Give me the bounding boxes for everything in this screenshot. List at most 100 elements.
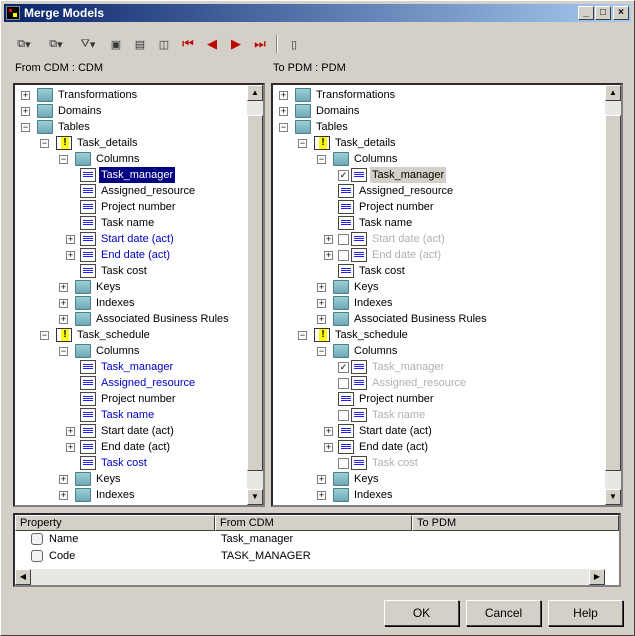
next-difference-icon[interactable]: ▶ — [225, 34, 247, 54]
collapse-icon[interactable]: − — [40, 139, 49, 148]
right-vertical-scrollbar[interactable]: ▲ ▼ — [605, 85, 621, 505]
merge-checkbox[interactable]: ✓ — [338, 170, 349, 181]
tree-item[interactable]: + End date (act) — [15, 439, 247, 455]
tree-item[interactable]: Assigned_resource — [273, 183, 605, 199]
ok-button[interactable]: OK — [384, 600, 459, 626]
tree-item[interactable]: + End date (act) — [273, 247, 605, 263]
filter-dropdown-icon[interactable]: ⛛ ▾ — [73, 34, 103, 54]
scroll-up-icon[interactable]: ▲ — [247, 85, 263, 101]
tree-item[interactable]: + Start date (act) — [273, 423, 605, 439]
scroll-down-icon[interactable]: ▼ — [605, 489, 621, 505]
tree-item[interactable]: + Associated Business Rules — [273, 311, 605, 327]
tree-item[interactable]: + Keys — [15, 471, 247, 487]
tree-item[interactable]: + Transformations — [15, 87, 247, 103]
collapse-icon[interactable]: − — [317, 155, 326, 164]
preview-icon[interactable]: ▯ — [283, 34, 305, 54]
merge-checkbox[interactable] — [338, 250, 349, 261]
tree-item[interactable]: Task name — [15, 215, 247, 231]
tree-item[interactable]: + Associated Business Rules — [15, 311, 247, 327]
tree-item[interactable]: − Task_details — [15, 135, 247, 151]
collapse-icon[interactable]: − — [279, 123, 288, 132]
tree-item[interactable]: Project number — [273, 199, 605, 215]
expand-icon[interactable]: + — [66, 443, 75, 452]
cancel-button[interactable]: Cancel — [466, 600, 541, 626]
expand-icon[interactable]: + — [59, 299, 68, 308]
right-tree-pane[interactable]: +Transformations+Domains−Tables−Task_det… — [271, 83, 623, 507]
expand-icon[interactable]: + — [317, 475, 326, 484]
expand-icon[interactable]: + — [317, 299, 326, 308]
tree-item[interactable]: + Domains — [15, 103, 247, 119]
properties-icon[interactable]: ▤ — [129, 34, 151, 54]
expand-icon[interactable]: + — [317, 315, 326, 324]
collapse-icon[interactable]: − — [59, 347, 68, 356]
tree-item[interactable]: + Keys — [273, 471, 605, 487]
select-all-dropdown-icon[interactable]: ⧉ ▾ — [9, 34, 39, 54]
merge-checkbox[interactable] — [338, 410, 349, 421]
scroll-thumb[interactable] — [605, 115, 621, 471]
to-column-header[interactable]: To PDM — [412, 515, 619, 531]
property-column-header[interactable]: Property — [15, 515, 215, 531]
expand-icon[interactable]: + — [279, 107, 288, 116]
collapse-icon[interactable]: − — [298, 139, 307, 148]
collapse-icon[interactable]: − — [40, 331, 49, 340]
tree-item[interactable]: − Task_details — [273, 135, 605, 151]
tree-item[interactable]: − Columns — [15, 343, 247, 359]
scroll-left-icon[interactable]: ◀ — [15, 569, 31, 585]
tree-item[interactable]: − Tables — [15, 119, 247, 135]
collapse-icon[interactable]: − — [21, 123, 30, 132]
expand-icon[interactable]: + — [324, 427, 333, 436]
tree-item[interactable]: + Keys — [273, 279, 605, 295]
tree-item[interactable]: Task name — [15, 407, 247, 423]
compare-icon[interactable]: ◫ — [153, 34, 175, 54]
expand-icon[interactable]: + — [324, 235, 333, 244]
collapse-icon[interactable]: − — [298, 331, 307, 340]
tree-item[interactable]: − Tables — [273, 119, 605, 135]
tree-item[interactable]: Project number — [15, 391, 247, 407]
tree-item[interactable]: Task cost — [15, 263, 247, 279]
find-icon[interactable]: ▣ — [105, 34, 127, 54]
close-button[interactable]: × — [613, 6, 629, 20]
tree-item[interactable]: ✓ Task_manager — [273, 167, 605, 183]
tree-item[interactable]: Task_manager — [15, 359, 247, 375]
tree-item[interactable]: Assigned_resource — [273, 375, 605, 391]
maximize-button[interactable]: □ — [595, 6, 611, 20]
tree-item[interactable]: Assigned_resource — [15, 183, 247, 199]
tree-item[interactable]: Task name — [273, 215, 605, 231]
scroll-up-icon[interactable]: ▲ — [605, 85, 621, 101]
tree-item[interactable]: − Task_schedule — [15, 327, 247, 343]
expand-icon[interactable]: + — [59, 475, 68, 484]
collapse-icon[interactable]: − — [59, 155, 68, 164]
tree-item[interactable]: ✓ Task_manager — [273, 359, 605, 375]
tree-item[interactable]: Task cost — [273, 455, 605, 471]
expand-icon[interactable]: + — [317, 491, 326, 500]
tree-item[interactable]: Task cost — [15, 455, 247, 471]
first-difference-icon[interactable]: ⏮ — [177, 34, 199, 54]
tree-item[interactable]: + Keys — [15, 279, 247, 295]
merge-checkbox[interactable] — [338, 378, 349, 389]
scroll-right-icon[interactable]: ▶ — [589, 569, 605, 585]
tree-item[interactable]: + Start date (act) — [15, 231, 247, 247]
collapse-icon[interactable]: − — [317, 347, 326, 356]
tree-item[interactable]: − Columns — [273, 343, 605, 359]
tree-item[interactable]: + End date (act) — [15, 247, 247, 263]
scroll-thumb[interactable] — [247, 115, 263, 471]
tree-item[interactable]: + Transformations — [273, 87, 605, 103]
tree-item[interactable]: + End date (act) — [273, 439, 605, 455]
property-row[interactable]: Code TASK_MANAGER — [15, 548, 619, 565]
merge-checkbox[interactable] — [338, 234, 349, 245]
expand-icon[interactable]: + — [324, 443, 333, 452]
expand-icon[interactable]: + — [66, 427, 75, 436]
tree-item[interactable]: Project number — [15, 199, 247, 215]
tree-item[interactable]: + Start date (act) — [15, 423, 247, 439]
expand-icon[interactable]: + — [59, 315, 68, 324]
scroll-down-icon[interactable]: ▼ — [247, 489, 263, 505]
expand-icon[interactable]: + — [324, 251, 333, 260]
tree-item[interactable]: + Indexes — [273, 487, 605, 503]
tree-item[interactable]: Assigned_resource — [15, 375, 247, 391]
help-button[interactable]: Help — [548, 600, 623, 626]
from-column-header[interactable]: From CDM — [215, 515, 412, 531]
tree-item[interactable]: Project number — [273, 391, 605, 407]
expand-icon[interactable]: + — [66, 251, 75, 260]
tree-item[interactable]: + Domains — [273, 103, 605, 119]
previous-difference-icon[interactable]: ◀ — [201, 34, 223, 54]
